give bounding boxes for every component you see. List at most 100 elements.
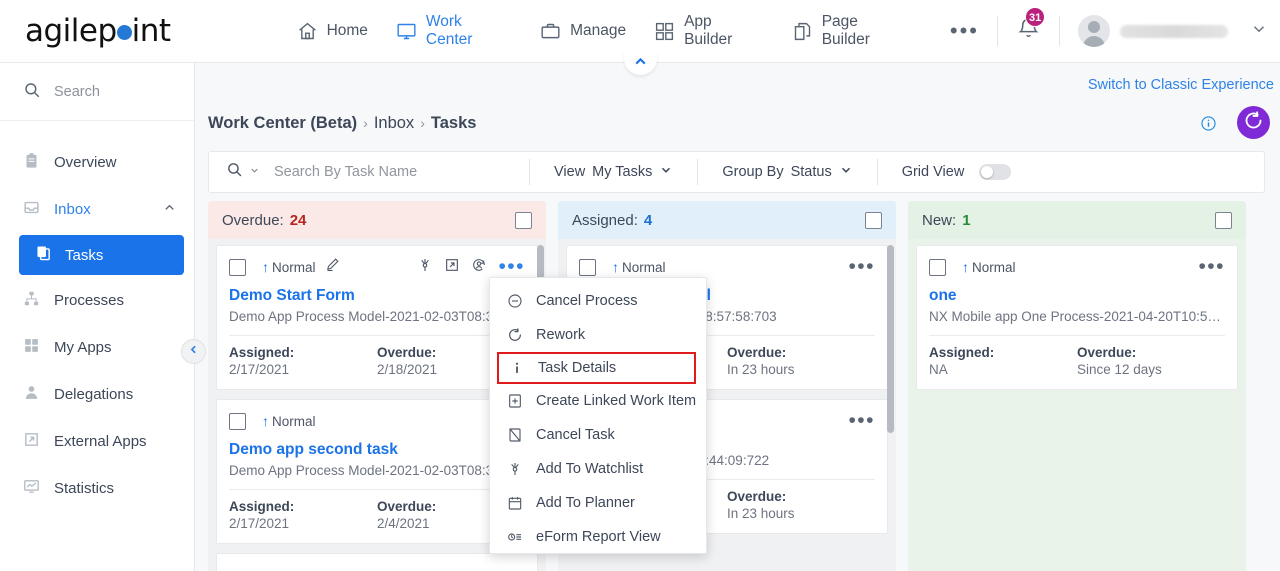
sidebar-collapse-button[interactable]	[181, 339, 206, 364]
refresh-icon	[1243, 110, 1264, 136]
task-overdue: Overdue: In 23 hours	[727, 489, 875, 521]
menu-item-cancel-task[interactable]: Cancel Task	[490, 418, 706, 452]
sidebar-item-inbox[interactable]: Inbox	[0, 186, 194, 233]
task-overdue: Overdue: In 23 hours	[727, 345, 875, 377]
task-checkbox[interactable]	[229, 258, 246, 276]
sidebar-label-overview: Overview	[54, 154, 117, 171]
watchlist-icon	[506, 461, 524, 477]
task-meta: Assigned: NA Overdue: Since 12 days	[929, 345, 1225, 377]
info-icon[interactable]	[1200, 115, 1217, 137]
chevron-up-icon	[632, 53, 649, 75]
assigned-value: 2/17/2021	[229, 516, 290, 531]
menu-item-cancel-process[interactable]: Cancel Process	[490, 284, 706, 318]
priority-arrow-icon: ↑	[962, 259, 969, 275]
task-card-actions: •••	[848, 410, 875, 431]
task-checkbox[interactable]	[579, 258, 596, 276]
menu-item-add-to-watchlist[interactable]: Add To Watchlist	[490, 452, 706, 486]
priority-label: Normal	[622, 259, 666, 275]
sidebar-label-processes: Processes	[54, 292, 125, 309]
edit-pencil-icon[interactable]	[325, 257, 340, 277]
sidebar-item-delegations[interactable]: Delegations	[0, 371, 194, 418]
search-input[interactable]: Search By Task Name	[209, 161, 529, 183]
share-icon[interactable]	[444, 257, 460, 278]
task-card-actions: •••	[1198, 256, 1225, 277]
menu-item-create-linked-work-item[interactable]: Create Linked Work Item	[490, 384, 706, 418]
task-assigned: Assigned: 2/17/2021	[229, 499, 377, 531]
task-more-button[interactable]: •••	[498, 256, 525, 277]
nav-item-page-builder[interactable]: Page Builder	[790, 9, 912, 53]
column-select-all-checkbox[interactable]	[515, 211, 532, 229]
nav-item-manage[interactable]: Manage	[538, 17, 628, 46]
column-count-overdue: 24	[289, 211, 307, 229]
grid-view-toggle-group[interactable]: Grid View	[878, 164, 1036, 180]
breadcrumb-inbox[interactable]: Inbox	[374, 114, 414, 132]
sidebar-item-my-apps[interactable]: My Apps	[0, 324, 194, 371]
menu-item-eform-report-view[interactable]: eForm Report View	[490, 520, 706, 554]
nav-item-work-center[interactable]: Work Center	[394, 9, 514, 53]
task-checkbox[interactable]	[929, 258, 946, 276]
sidebar-item-external-apps[interactable]: External Apps	[0, 418, 194, 465]
task-more-button[interactable]: •••	[1198, 256, 1225, 277]
header-right: 31	[979, 7, 1280, 47]
chevron-up-icon[interactable]	[162, 200, 177, 220]
nav-item-home[interactable]: Home	[295, 17, 370, 46]
breadcrumb-tasks[interactable]: Tasks	[431, 114, 477, 132]
task-card[interactable]: ↑ Normal ••• one NX Mobile app One Proce…	[916, 245, 1238, 390]
task-priority: ↑ Normal	[262, 413, 316, 429]
watchlist-icon[interactable]	[417, 257, 433, 278]
reassign-icon[interactable]	[471, 257, 487, 278]
task-priority: ↑ Normal	[962, 259, 1016, 275]
sidebar-item-processes[interactable]: Processes	[0, 277, 194, 324]
sidebar-item-overview[interactable]: Overview	[0, 139, 194, 186]
task-title[interactable]: one	[929, 287, 1225, 305]
overdue-label: Overdue:	[727, 489, 787, 504]
search-dropdown-icon[interactable]	[249, 163, 260, 181]
task-card[interactable]	[216, 553, 538, 571]
logo-text: agilep int	[25, 13, 171, 49]
agilepoint-logo[interactable]: agilep int	[25, 13, 205, 49]
overdue-value: In 23 hours	[727, 362, 795, 377]
column-scrollbar-assigned[interactable]	[887, 245, 894, 433]
tasks-toolbar: Search By Task Name View My Tasks Group …	[208, 151, 1265, 193]
view-filter[interactable]: View My Tasks	[530, 163, 697, 181]
switch-to-classic-link[interactable]: Switch to Classic Experience	[1088, 77, 1274, 93]
group-by-filter[interactable]: Group By Status	[698, 163, 876, 181]
sidebar-item-tasks[interactable]: Tasks	[19, 235, 184, 275]
task-title[interactable]: Demo app second task	[229, 441, 525, 459]
menu-item-rework[interactable]: Rework	[490, 318, 706, 352]
sidebar-search[interactable]: Search	[0, 63, 194, 121]
overdue-value: In 23 hours	[727, 506, 795, 521]
task-checkbox[interactable]	[229, 412, 246, 430]
task-more-button[interactable]: •••	[848, 410, 875, 431]
nav-more-button[interactable]: •••	[950, 20, 979, 42]
task-priority: ↑ Normal	[612, 259, 666, 275]
column-label-overdue: Overdue:	[222, 211, 284, 229]
sidebar-item-statistics[interactable]: Statistics	[0, 465, 194, 512]
assigned-label: Assigned:	[229, 499, 295, 514]
nav-item-app-builder[interactable]: App Builder	[652, 9, 766, 53]
chevron-down-icon[interactable]	[1250, 20, 1268, 43]
breadcrumb: Work Center (Beta) › Inbox › Tasks	[208, 114, 476, 133]
linked-item-icon	[506, 393, 524, 409]
external-link-icon	[23, 431, 40, 453]
assigned-label: Assigned:	[929, 345, 995, 360]
breadcrumb-separator: ›	[363, 115, 368, 131]
breadcrumb-root[interactable]: Work Center (Beta)	[208, 114, 357, 132]
column-count-assigned: 4	[643, 211, 653, 229]
notifications-button[interactable]: 31	[1016, 7, 1046, 46]
chart-icon	[23, 478, 40, 500]
task-priority: ↑ Normal	[262, 259, 316, 275]
task-more-button[interactable]: •••	[848, 256, 875, 277]
column-select-all-checkbox[interactable]	[865, 211, 882, 229]
refresh-button[interactable]	[1237, 106, 1270, 139]
monitor-icon	[396, 21, 417, 42]
avatar[interactable]	[1078, 15, 1110, 47]
task-assigned: Assigned: 2/17/2021	[229, 345, 377, 377]
grid-view-toggle[interactable]	[979, 164, 1012, 180]
menu-item-add-to-planner[interactable]: Add To Planner	[490, 486, 706, 520]
briefcase-icon	[540, 21, 561, 42]
assigned-value: 2/17/2021	[229, 362, 290, 377]
task-title[interactable]: Demo Start Form	[229, 287, 525, 305]
column-select-all-checkbox[interactable]	[1215, 211, 1232, 229]
menu-item-task-details[interactable]: Task Details	[497, 352, 696, 384]
